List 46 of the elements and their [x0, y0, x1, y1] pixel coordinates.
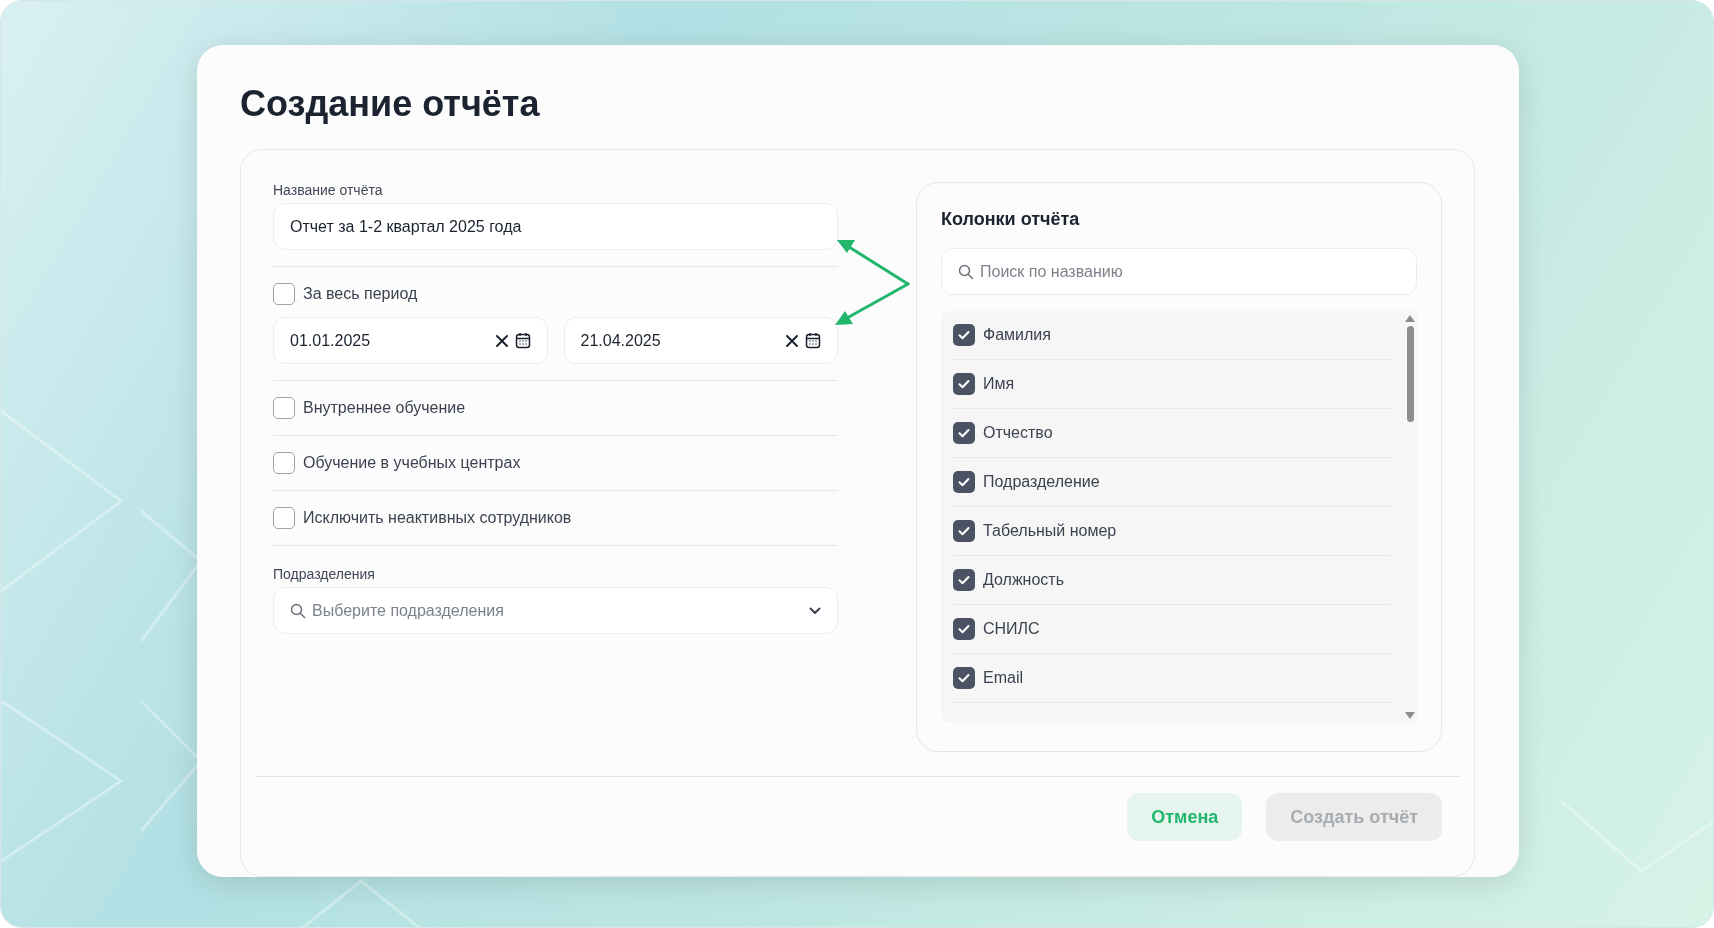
checkbox[interactable]: [953, 471, 975, 493]
clear-icon[interactable]: [785, 333, 799, 348]
card-title: Колонки отчёта: [941, 209, 1081, 230]
checkbox[interactable]: [273, 452, 295, 474]
search-icon: [290, 602, 306, 619]
checkbox[interactable]: [273, 283, 295, 305]
checkbox[interactable]: [273, 397, 295, 419]
column-label: Подразделение: [983, 473, 1100, 491]
calendar-icon[interactable]: [514, 332, 531, 349]
date-value: 21.04.2025: [580, 331, 662, 350]
column-label: Должность: [983, 571, 1064, 589]
scroll-up-icon[interactable]: [1405, 315, 1415, 322]
checkbox[interactable]: [273, 507, 295, 529]
column-label: СНИЛС: [983, 620, 1040, 638]
checkbox-label: Внутреннее обучение: [303, 399, 466, 417]
scrollbar-thumb[interactable]: [1406, 326, 1414, 422]
column-label: Фамилия: [983, 326, 1051, 344]
field-label: Название отчёта: [273, 182, 384, 198]
checkbox-label: Обучение в учебных центрах: [303, 454, 521, 472]
calendar-icon[interactable]: [805, 332, 821, 349]
date-field[interactable]: 01.01.2025: [273, 317, 548, 364]
search-field[interactable]: Поиск по названию: [941, 248, 1417, 295]
column-label: Табельный номер: [983, 522, 1117, 540]
date-field[interactable]: 21.04.2025: [563, 317, 838, 364]
field-label: Подразделения: [273, 566, 376, 582]
checkbox[interactable]: [953, 618, 975, 640]
clear-icon[interactable]: [494, 333, 509, 348]
checkbox[interactable]: [953, 373, 975, 395]
checkbox[interactable]: [953, 324, 975, 346]
search-icon: [958, 263, 974, 280]
dialog-title: Создание отчёта: [240, 83, 541, 125]
column-label: Имя: [983, 375, 1015, 393]
checkbox-label: Исключить неактивных сотрудников: [303, 509, 572, 527]
checkbox[interactable]: [953, 569, 975, 591]
scroll-down-icon[interactable]: [1405, 712, 1415, 719]
department-select[interactable]: Выберите подразделения: [273, 587, 838, 634]
checkbox[interactable]: [953, 667, 975, 689]
checkbox-label: За весь период: [303, 285, 418, 303]
checkbox[interactable]: [953, 520, 975, 542]
column-label: Email: [983, 669, 1023, 687]
cancel-button[interactable]: Отмена: [1127, 793, 1243, 841]
chevron-down-icon: [809, 606, 821, 615]
date-value: 01.01.2025: [290, 331, 372, 350]
report-name-field[interactable]: Отчет за 1-2 квартал 2025 года: [273, 203, 838, 250]
checkbox[interactable]: [953, 422, 975, 444]
column-label: Отчество: [983, 424, 1053, 442]
